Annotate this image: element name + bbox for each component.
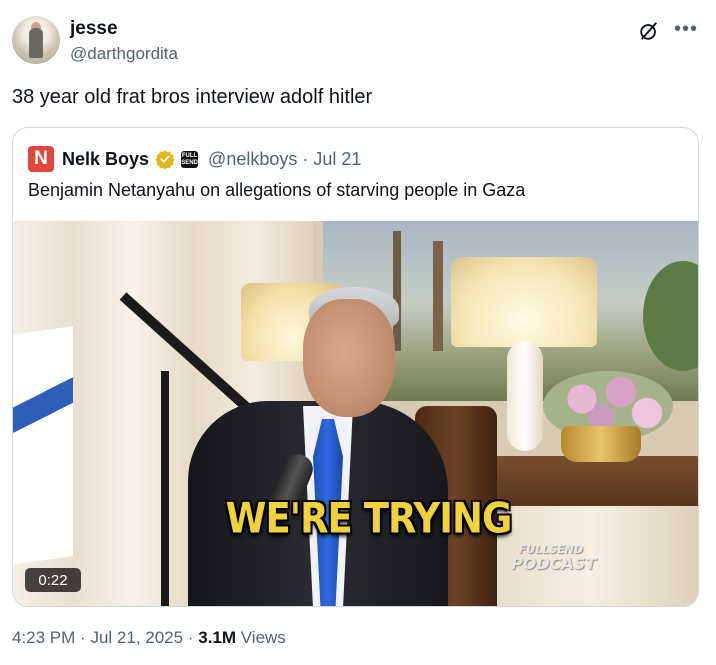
video-speaker-face	[303, 299, 395, 417]
quoted-author-handle: @nelkboys · Jul 21	[208, 148, 362, 169]
tweet-date[interactable]: Jul 21, 2025	[90, 628, 183, 647]
quoted-tweet[interactable]: N Nelk Boys FULL SEND @nelkboys · Jul 21…	[12, 127, 699, 607]
meta-separator: ·	[187, 628, 194, 647]
grok-icon[interactable]	[638, 20, 660, 42]
tweet-time[interactable]: 4:23 PM	[12, 628, 75, 647]
views-count: 3.1M	[198, 628, 237, 647]
video-tree	[433, 241, 443, 351]
video-mic-stand	[161, 371, 169, 606]
video-tree	[393, 231, 401, 351]
tweet-text: 38 year old frat bros interview adolf hi…	[12, 86, 373, 108]
meta-separator: ·	[80, 628, 86, 647]
views-label: Views	[240, 628, 286, 647]
quoted-tweet-text: Benjamin Netanyahu on allegations of sta…	[28, 180, 526, 200]
quoted-author-name[interactable]: Nelk Boys	[62, 149, 149, 170]
tweet-header: jesse @darthgordita •••	[12, 14, 704, 66]
video-caption: WE'RE TRYING	[225, 494, 513, 543]
video-lamp-base	[507, 341, 543, 451]
video-duration-badge: 0:22	[25, 568, 81, 592]
nelk-avatar[interactable]: N	[28, 146, 54, 172]
video-watermark: FULLSEND PODCAST	[511, 543, 597, 573]
author-name[interactable]: jesse	[70, 18, 118, 40]
affiliate-badge-icon: FULL SEND	[181, 150, 199, 168]
watermark-bottom: PODCAST	[511, 554, 597, 573]
author-avatar[interactable]	[12, 16, 60, 64]
verified-gold-badge-icon	[155, 150, 175, 169]
tweet-meta: 4:23 PM · Jul 21, 2025 · 3.1M Views	[12, 628, 286, 648]
video-lamp-right	[451, 257, 597, 347]
video-vase	[561, 426, 641, 462]
video-player[interactable]: WE'RE TRYING FULLSEND PODCAST 0:22	[13, 221, 698, 606]
quoted-tweet-header: N Nelk Boys FULL SEND @nelkboys · Jul 21	[28, 146, 361, 172]
author-handle[interactable]: @darthgordita	[70, 44, 178, 64]
more-icon[interactable]: •••	[674, 18, 698, 41]
avatar-figure	[29, 28, 43, 58]
